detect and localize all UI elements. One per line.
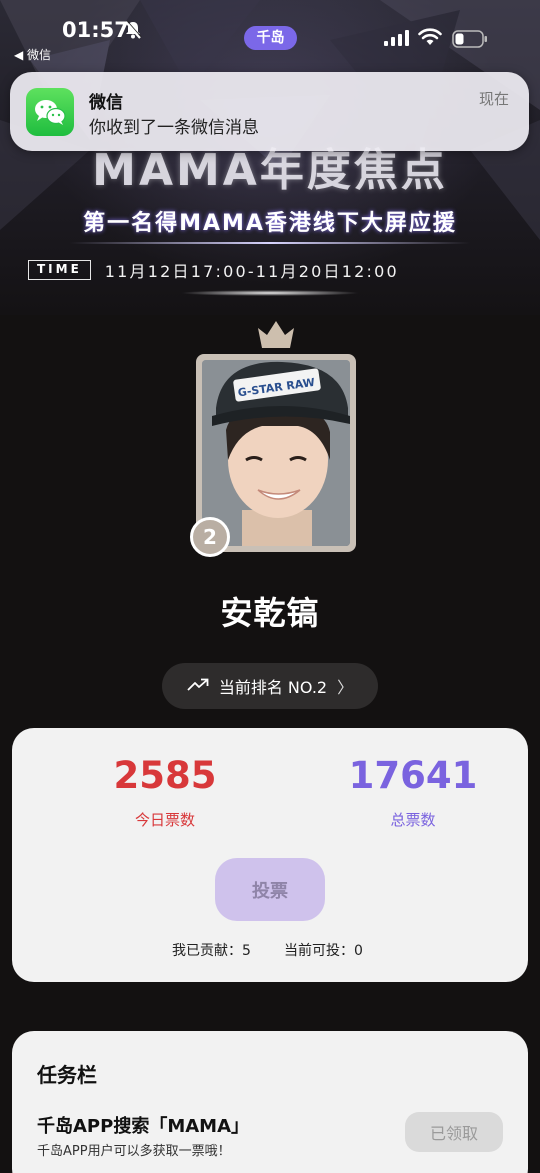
wechat-icon — [26, 88, 74, 136]
my-contribution: 我已贡献：5 — [172, 943, 251, 959]
task-card: 任务栏 千岛APP搜索「MAMA」 千岛APP用户可以多获取一票哦！ 已领取 — [12, 1031, 528, 1173]
banner-glow — [180, 290, 360, 296]
wechat-notification[interactable]: 微信 你收到了一条微信消息 现在 — [10, 72, 529, 151]
cell-signal-icon — [384, 30, 410, 50]
status-bar: 01:57 千岛 ◀ 微信 — [0, 0, 540, 63]
today-votes-stat: 2585 今日票数 — [65, 754, 265, 830]
current-rank-button[interactable]: 当前排名 NO.2 〉 — [162, 663, 378, 709]
banner-divider — [70, 242, 470, 244]
notification-message: 你收到了一条微信消息 — [89, 118, 259, 138]
total-votes-label: 总票数 — [390, 811, 436, 829]
vote-card: 2585 今日票数 17641 总票数 投票 我已贡献：5 当前可投：0 — [12, 728, 528, 982]
total-votes-count: 17641 — [348, 754, 478, 797]
event-time-row: TIME 11月12日17:00-11月20日12:00 — [28, 259, 399, 281]
event-time-range: 11月12日17:00-11月20日12:00 — [104, 262, 399, 281]
current-rank-label: 当前排名 NO.2 — [218, 678, 328, 697]
candidate-name: 安乾镐 — [220, 594, 320, 632]
crown-icon — [256, 318, 296, 354]
task-description: 千岛APP用户可以多获取一票哦！ — [37, 1144, 231, 1159]
status-time: 01:57 — [62, 18, 129, 42]
banner-subtitle: 第一名得MAMA香港线下大屏应援 — [83, 211, 457, 236]
total-votes-stat: 17641 总票数 — [313, 754, 513, 830]
time-tag: TIME — [28, 260, 91, 280]
notification-time: 现在 — [478, 90, 509, 108]
app-indicator-pill[interactable]: 千岛 — [244, 26, 297, 50]
today-votes-label: 今日票数 — [134, 811, 195, 829]
vote-button[interactable]: 投票 — [215, 858, 325, 921]
trend-up-icon — [187, 677, 209, 696]
bell-muted-icon — [123, 20, 143, 44]
available-votes: 当前可投：0 — [284, 943, 363, 959]
notification-app-name: 微信 — [89, 93, 123, 113]
today-votes-count: 2585 — [113, 754, 217, 797]
task-name: 千岛APP搜索「MAMA」 — [37, 1116, 250, 1137]
rank-badge: 2 — [190, 517, 230, 557]
candidate-photo: G-STAR RAW — [202, 360, 350, 546]
back-to-app-link[interactable]: ◀ 微信 — [14, 46, 51, 63]
task-claimed-button[interactable]: 已领取 — [405, 1112, 503, 1152]
chevron-right-icon: 〉 — [337, 678, 354, 697]
wifi-icon — [418, 28, 442, 50]
task-section-title: 任务栏 — [37, 1063, 97, 1087]
battery-icon — [452, 30, 488, 52]
